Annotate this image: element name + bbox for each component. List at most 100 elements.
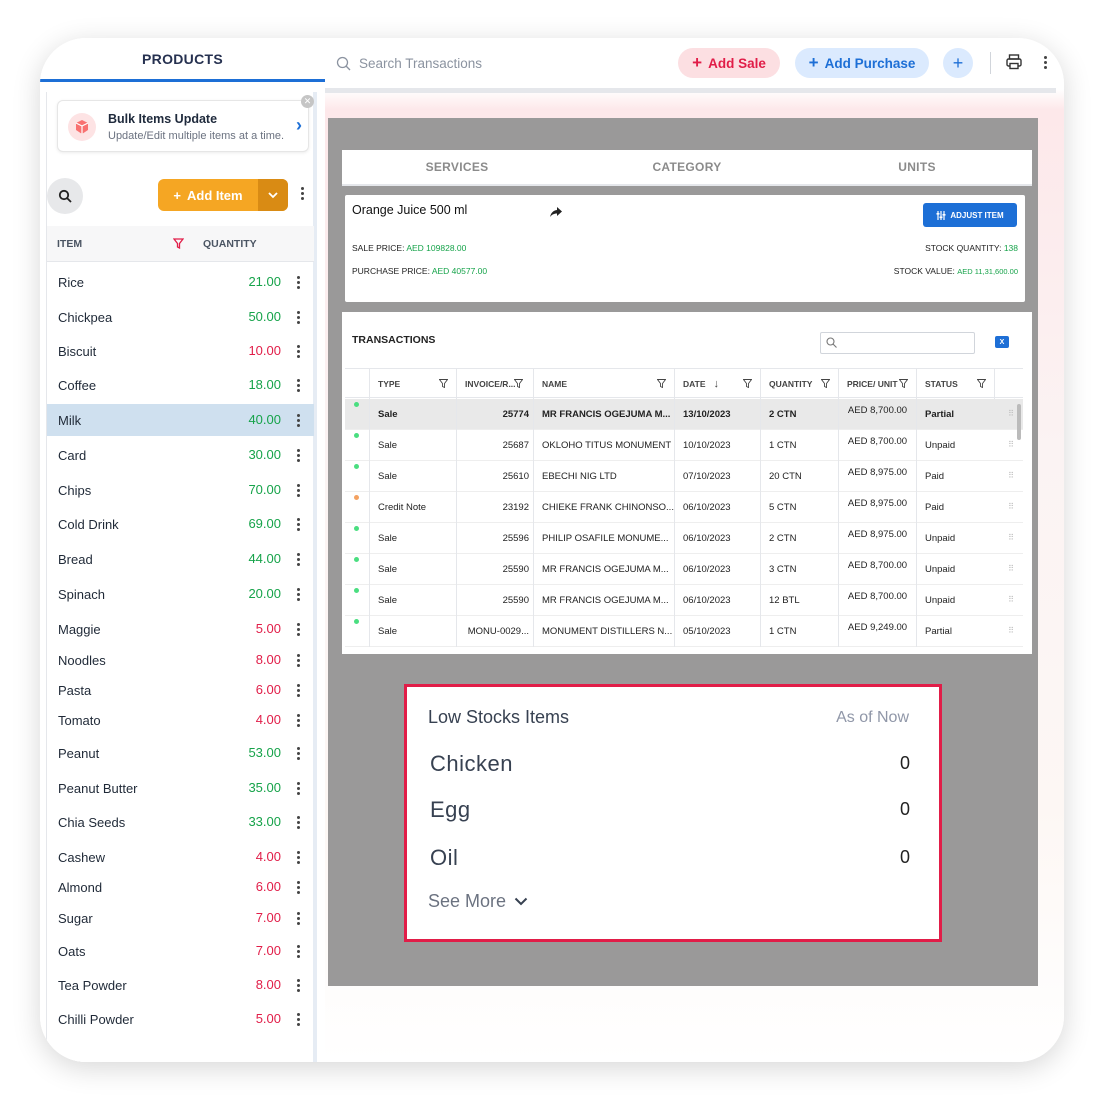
filter-icon[interactable] — [821, 379, 830, 388]
printer-icon[interactable] — [1005, 53, 1023, 76]
table-row[interactable]: Sale MONU-0029... MONUMENT DISTILLERS N...… — [345, 616, 1023, 647]
more-options-icon[interactable] — [297, 851, 300, 864]
more-options-icon[interactable] — [297, 747, 300, 760]
table-row[interactable]: Sale 25590 MR FRANCIS OGEJUMA M... 06/10/20… — [345, 585, 1023, 616]
table-row[interactable]: Sale 25687 OKLOHO TITUS MONUMENT 10/10/2023… — [345, 430, 1023, 461]
more-options-icon[interactable] — [1044, 56, 1047, 69]
list-item[interactable]: Bread 44.00 — [47, 543, 314, 575]
filter-icon[interactable] — [657, 379, 666, 388]
table-row[interactable]: Sale 25610 EBECHI NIG LTD 07/10/2023 20 CTN A… — [345, 461, 1023, 492]
list-item[interactable]: Maggie 5.00 — [47, 613, 314, 645]
list-item[interactable]: Pasta 6.00 — [47, 674, 314, 706]
more-options-icon[interactable] — [297, 1013, 300, 1026]
drag-handle-icon[interactable]: ⠿ — [1008, 595, 1014, 604]
filter-icon[interactable] — [514, 379, 523, 388]
list-item[interactable]: Sugar 7.00 — [47, 902, 314, 934]
more-options-icon[interactable] — [297, 945, 300, 958]
list-item[interactable]: Peanut 53.00 — [47, 737, 314, 769]
more-options-icon[interactable] — [297, 912, 300, 925]
list-item[interactable]: Rice 21.00 — [47, 266, 314, 298]
list-item[interactable]: Noodles 8.00 — [47, 644, 314, 676]
adjust-item-button[interactable]: ADJUST ITEM — [923, 203, 1017, 227]
table-row[interactable]: Sale 25774 MR FRANCIS OGEJUMA M... 13/10/20… — [345, 399, 1023, 430]
list-item[interactable]: Tomato 4.00 — [47, 704, 314, 736]
drag-handle-icon[interactable]: ⠿ — [1008, 502, 1014, 511]
more-options-icon[interactable] — [297, 588, 300, 601]
more-options-icon[interactable] — [297, 345, 300, 358]
col-status[interactable]: STATUS — [916, 369, 994, 399]
more-options-icon[interactable] — [301, 187, 304, 200]
search-button[interactable] — [47, 178, 83, 214]
add-sale-button[interactable]: + Add Sale — [678, 48, 780, 78]
more-options-icon[interactable] — [297, 379, 300, 392]
filter-icon[interactable] — [743, 379, 752, 388]
add-purchase-button[interactable]: + Add Purchase — [795, 48, 929, 78]
more-options-icon[interactable] — [297, 276, 300, 289]
add-item-main[interactable]: + Add Item — [158, 179, 258, 211]
more-options-icon[interactable] — [297, 518, 300, 531]
excel-export-icon[interactable]: X — [995, 336, 1009, 348]
more-options-icon[interactable] — [297, 782, 300, 795]
col-date[interactable]: DATE ↓ — [674, 369, 760, 399]
list-item[interactable]: Chia Seeds 33.00 — [47, 806, 314, 838]
more-options-icon[interactable] — [297, 449, 300, 462]
filter-icon[interactable] — [439, 379, 448, 388]
add-item-button[interactable]: + Add Item — [158, 179, 288, 211]
products-tab[interactable]: PRODUCTS — [40, 38, 325, 82]
list-item[interactable]: Card 30.00 — [47, 439, 314, 471]
arrow-down-icon[interactable]: ↓ — [714, 378, 720, 390]
more-options-icon[interactable] — [297, 484, 300, 497]
chevron-right-icon[interactable]: › — [296, 115, 302, 136]
tab-category[interactable]: CATEGORY — [572, 150, 802, 184]
more-options-icon[interactable] — [297, 623, 300, 636]
drag-handle-icon[interactable]: ⠿ — [1008, 533, 1014, 542]
list-item[interactable]: Cold Drink 69.00 — [47, 508, 314, 540]
share-icon[interactable] — [550, 204, 562, 222]
list-item[interactable]: Chips 70.00 — [47, 474, 314, 506]
see-more-button[interactable]: See More — [428, 891, 528, 912]
drag-handle-icon[interactable]: ⠿ — [1008, 564, 1014, 573]
tab-services[interactable]: SERVICES — [342, 150, 572, 184]
more-options-icon[interactable] — [297, 714, 300, 727]
col-type[interactable]: TYPE — [369, 369, 456, 399]
list-item[interactable]: Chilli Powder 5.00 — [47, 1003, 314, 1035]
table-row[interactable]: Sale 25596 PHILIP OSAFILE MONUME... 06/10/2… — [345, 523, 1023, 554]
transactions-search-input[interactable] — [820, 332, 975, 354]
col-name[interactable]: NAME — [533, 369, 674, 399]
more-options-icon[interactable] — [297, 311, 300, 324]
list-item[interactable]: Almond 6.00 — [47, 871, 314, 903]
col-invoice[interactable]: INVOICE/R... — [456, 369, 533, 399]
list-item[interactable]: Peanut Butter 35.00 — [47, 772, 314, 804]
list-item[interactable]: Milk 40.00 — [47, 404, 314, 436]
chevron-down-icon[interactable] — [258, 179, 288, 211]
table-row[interactable]: Sale 25590 MR FRANCIS OGEJUMA M... 06/10/20… — [345, 554, 1023, 585]
col-quantity[interactable]: QUANTITY — [760, 369, 838, 399]
list-item[interactable]: Tea Powder 8.00 — [47, 969, 314, 1001]
bulk-items-update-card[interactable]: Bulk Items Update Update/Edit multiple i… — [57, 95, 314, 152]
filter-icon[interactable] — [899, 379, 908, 388]
col-price[interactable]: PRICE/ UNIT — [838, 369, 916, 399]
table-row[interactable]: Credit Note 23192 CHIEKE FRANK CHINONSO...… — [345, 492, 1023, 523]
list-item[interactable]: Biscuit 10.00 — [47, 335, 314, 367]
more-options-icon[interactable] — [297, 881, 300, 894]
list-item[interactable]: Oats 7.00 — [47, 935, 314, 967]
more-options-icon[interactable] — [297, 654, 300, 667]
list-item[interactable]: Chickpea 50.00 — [47, 301, 314, 333]
more-options-icon[interactable] — [297, 414, 300, 427]
drag-handle-icon[interactable]: ⠿ — [1008, 626, 1014, 635]
table-scrollbar[interactable] — [1017, 404, 1021, 440]
drag-handle-icon[interactable]: ⠿ — [1008, 409, 1014, 418]
more-options-icon[interactable] — [297, 979, 300, 992]
filter-icon[interactable] — [977, 379, 986, 388]
drag-handle-icon[interactable]: ⠿ — [1008, 471, 1014, 480]
list-item[interactable]: Coffee 18.00 — [47, 369, 314, 401]
list-item[interactable]: Spinach 20.00 — [47, 578, 314, 610]
list-item[interactable]: Cashew 4.00 — [47, 841, 314, 873]
close-icon[interactable]: ✕ — [301, 95, 314, 108]
tab-units[interactable]: UNITS — [802, 150, 1032, 184]
more-options-icon[interactable] — [297, 684, 300, 697]
search-transactions[interactable]: Search Transactions — [336, 52, 536, 74]
add-more-button[interactable]: + — [943, 48, 973, 78]
drag-handle-icon[interactable]: ⠿ — [1008, 440, 1014, 449]
filter-icon[interactable] — [172, 236, 185, 254]
